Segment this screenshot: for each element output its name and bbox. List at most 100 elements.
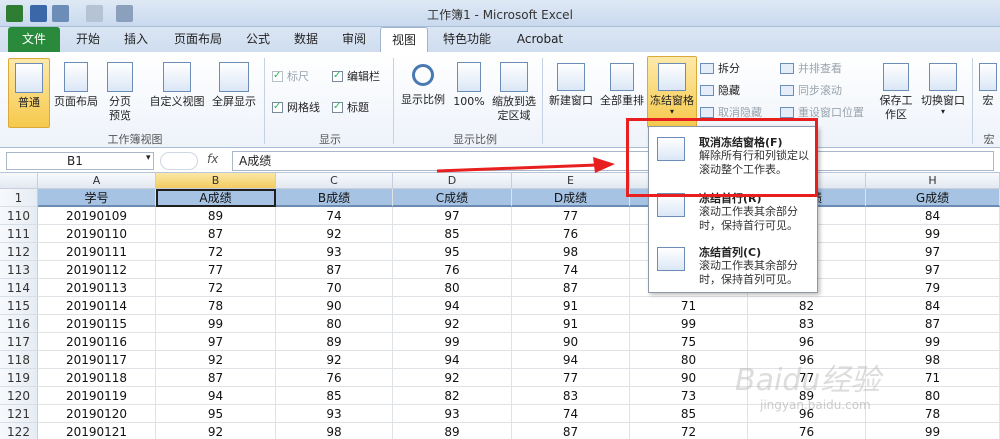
table-cell[interactable]: 95 — [393, 243, 512, 261]
table-cell[interactable]: 70 — [276, 279, 393, 297]
table-cell[interactable]: 82 — [393, 387, 512, 405]
table-cell[interactable]: 76 — [393, 261, 512, 279]
table-cell[interactable]: 76 — [512, 225, 630, 243]
table-cell[interactable]: 20190109 — [38, 207, 156, 225]
table-cell[interactable]: 74 — [512, 405, 630, 423]
insert-function-icon[interactable]: fx — [207, 152, 218, 166]
header-cell[interactable]: 学号 — [38, 189, 156, 207]
page-break-preview-button[interactable]: 分页预览 — [102, 58, 138, 128]
formula-bar-checkbox[interactable]: 编辑栏 — [332, 69, 380, 84]
table-cell[interactable]: 76 — [276, 369, 393, 387]
row-header[interactable]: 113 — [0, 261, 38, 279]
tab-file[interactable]: 文件 — [8, 27, 60, 52]
table-cell[interactable]: 85 — [630, 405, 748, 423]
row-header[interactable]: 1 — [0, 189, 38, 207]
row-header[interactable]: 119 — [0, 369, 38, 387]
column-header-H[interactable]: H — [866, 173, 1000, 189]
table-cell[interactable]: 87 — [512, 279, 630, 297]
row-header[interactable]: 111 — [0, 225, 38, 243]
table-cell[interactable]: 77 — [156, 261, 276, 279]
table-cell[interactable]: 71 — [866, 369, 1000, 387]
row-header[interactable]: 120 — [0, 387, 38, 405]
column-header-A[interactable]: A — [38, 173, 156, 189]
table-cell[interactable]: 90 — [276, 297, 393, 315]
row-header[interactable]: 116 — [0, 315, 38, 333]
table-cell[interactable]: 99 — [393, 333, 512, 351]
table-cell[interactable]: 80 — [630, 351, 748, 369]
table-cell[interactable]: 94 — [512, 351, 630, 369]
name-box[interactable]: B1 — [6, 152, 154, 170]
formula-cancel-enter[interactable] — [160, 152, 198, 170]
gridlines-checkbox[interactable]: 网格线 — [272, 100, 320, 115]
table-cell[interactable]: 78 — [156, 297, 276, 315]
tab-insert[interactable]: 插入 — [114, 27, 158, 52]
row-header[interactable]: 115 — [0, 297, 38, 315]
custom-views-button[interactable]: 自定义视图 — [148, 58, 206, 128]
row-header[interactable]: 117 — [0, 333, 38, 351]
new-window-button[interactable]: 新建窗口 — [546, 58, 596, 128]
row-header[interactable]: 112 — [0, 243, 38, 261]
table-cell[interactable]: 20190110 — [38, 225, 156, 243]
row-header[interactable]: 110 — [0, 207, 38, 225]
header-cell[interactable]: A成绩 — [156, 189, 276, 207]
switch-window-button[interactable]: 切换窗口 ▾ — [918, 58, 968, 128]
table-cell[interactable]: 97 — [156, 333, 276, 351]
zoom-to-selection-button[interactable]: 缩放到选定区域 — [490, 58, 538, 128]
header-cell[interactable]: B成绩 — [276, 189, 393, 207]
table-cell[interactable]: 20190115 — [38, 315, 156, 333]
table-cell[interactable]: 75 — [630, 333, 748, 351]
table-cell[interactable]: 83 — [512, 387, 630, 405]
header-cell[interactable]: C成绩 — [393, 189, 512, 207]
table-cell[interactable]: 96 — [748, 333, 866, 351]
ruler-checkbox[interactable]: 标尺 — [272, 69, 309, 84]
table-cell[interactable]: 80 — [276, 315, 393, 333]
tab-review[interactable]: 审阅 — [334, 27, 374, 52]
table-cell[interactable]: 72 — [630, 423, 748, 439]
table-cell[interactable]: 90 — [630, 369, 748, 387]
table-cell[interactable]: 98 — [866, 351, 1000, 369]
table-cell[interactable]: 99 — [630, 315, 748, 333]
table-cell[interactable]: 97 — [866, 261, 1000, 279]
table-cell[interactable]: 98 — [276, 423, 393, 439]
table-cell[interactable]: 79 — [866, 279, 1000, 297]
table-cell[interactable]: 74 — [512, 261, 630, 279]
table-cell[interactable]: 87 — [276, 261, 393, 279]
table-cell[interactable]: 20190117 — [38, 351, 156, 369]
column-header-C[interactable]: C — [276, 173, 393, 189]
tab-acrobat[interactable]: Acrobat — [508, 27, 572, 52]
table-cell[interactable]: 77 — [512, 369, 630, 387]
table-cell[interactable]: 74 — [276, 207, 393, 225]
table-cell[interactable]: 78 — [866, 405, 1000, 423]
table-cell[interactable]: 72 — [156, 243, 276, 261]
table-cell[interactable]: 20190121 — [38, 423, 156, 439]
headings-checkbox[interactable]: 标题 — [332, 100, 369, 115]
fullscreen-button[interactable]: 全屏显示 — [208, 58, 260, 128]
side-by-side-button[interactable]: 并排查看 — [780, 62, 842, 76]
table-cell[interactable]: 87 — [156, 225, 276, 243]
table-cell[interactable]: 92 — [393, 369, 512, 387]
table-cell[interactable]: 87 — [866, 315, 1000, 333]
normal-view-button[interactable]: 普通 — [8, 58, 50, 128]
table-cell[interactable]: 99 — [866, 423, 1000, 439]
table-cell[interactable]: 20190114 — [38, 297, 156, 315]
table-cell[interactable]: 87 — [156, 369, 276, 387]
table-cell[interactable]: 77 — [512, 207, 630, 225]
table-cell[interactable]: 20190118 — [38, 369, 156, 387]
column-header-B[interactable]: B — [156, 173, 276, 189]
page-layout-view-button[interactable]: 页面布局 — [52, 58, 100, 128]
table-cell[interactable]: 92 — [393, 315, 512, 333]
table-cell[interactable]: 20190113 — [38, 279, 156, 297]
zoom-100-button[interactable]: 100% — [450, 58, 488, 128]
table-cell[interactable]: 82 — [748, 297, 866, 315]
table-cell[interactable]: 89 — [156, 207, 276, 225]
freeze-first-column-item[interactable]: 冻结首列(C) 滚动工作表其余部分时，保持首列可见。 — [649, 237, 817, 291]
row-header[interactable]: 121 — [0, 405, 38, 423]
table-cell[interactable]: 84 — [866, 297, 1000, 315]
table-cell[interactable]: 93 — [393, 405, 512, 423]
table-cell[interactable]: 99 — [866, 225, 1000, 243]
select-all-corner[interactable] — [0, 173, 38, 189]
table-cell[interactable]: 71 — [630, 297, 748, 315]
table-cell[interactable]: 20190119 — [38, 387, 156, 405]
row-header[interactable]: 122 — [0, 423, 38, 439]
table-cell[interactable]: 91 — [512, 297, 630, 315]
